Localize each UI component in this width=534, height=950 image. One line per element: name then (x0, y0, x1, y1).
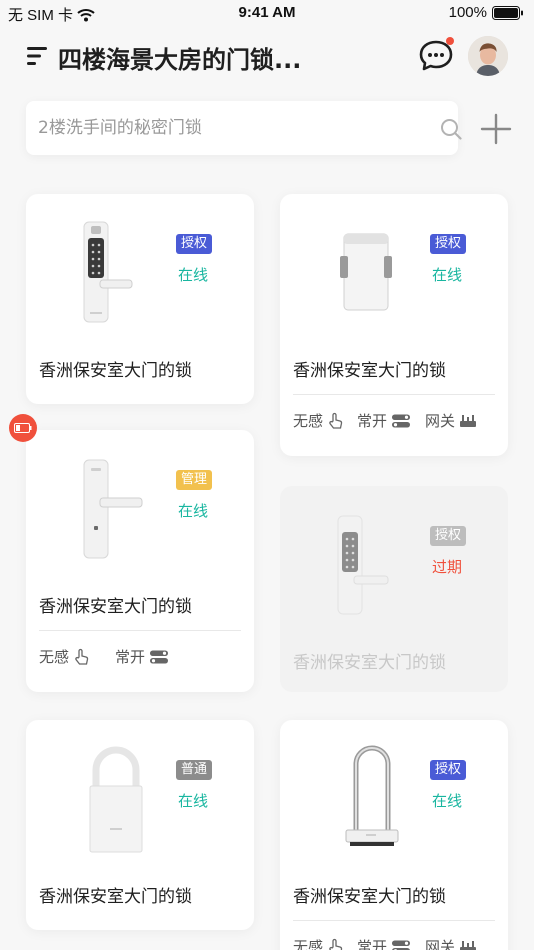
role-badge: 授权 (176, 234, 213, 254)
feature-always-open: 常开 (357, 410, 411, 431)
user-photo-icon (468, 36, 508, 76)
add-lock-button[interactable] (478, 111, 514, 147)
search-box[interactable] (26, 101, 462, 155)
feature-sensorless: 无感 (293, 410, 343, 431)
touch-icon (329, 412, 343, 429)
search-icon[interactable] (440, 118, 462, 140)
feature-list: 无感 常开 网关 (293, 936, 477, 950)
online-status: 在线 (178, 266, 209, 284)
lock-name: 香洲保安室大门的锁 (293, 653, 446, 673)
lock-name: 香洲保安室大门的锁 (293, 887, 446, 907)
online-status: 在线 (432, 266, 463, 284)
low-battery-icon (14, 423, 32, 433)
feature-label: 常开 (115, 648, 146, 666)
feature-always-open: 常开 (357, 936, 411, 950)
feature-label: 无感 (293, 412, 324, 430)
feature-gateway: 网关 (425, 936, 477, 950)
divider (293, 394, 495, 395)
online-status: 在线 (432, 792, 463, 810)
touch-icon (329, 938, 343, 950)
divider (293, 920, 495, 921)
role-badge: 授权 (430, 526, 467, 546)
lock-card-expired[interactable]: 授权 过期 香洲保安室大门的锁 (280, 486, 508, 692)
feature-label: 无感 (39, 648, 70, 666)
feature-gateway: 网关 (425, 410, 477, 431)
padlock-icon (89, 746, 143, 853)
battery-status: 100% (449, 4, 524, 21)
lock-name: 香洲保安室大门的锁 (293, 361, 446, 381)
keypad-door-lock-icon (83, 221, 133, 323)
feature-label: 常开 (357, 412, 388, 430)
feature-sensorless: 无感 (293, 936, 343, 950)
feature-sensorless: 无感 (39, 646, 89, 667)
low-battery-indicator (9, 414, 37, 442)
feature-list: 无感 常开 网关 (293, 410, 477, 431)
lock-card[interactable]: 授权 在线 香洲保安室大门的锁 (26, 194, 254, 404)
role-badge: 授权 (430, 760, 467, 780)
battery-percent: 100% (448, 4, 487, 21)
lock-card[interactable]: 授权 在线 香洲保安室大门的锁 无感 常开 网关 (280, 720, 508, 950)
gateway-icon (460, 940, 477, 950)
divider (39, 630, 241, 631)
lock-card[interactable]: 管理 在线 香洲保安室大门的锁 无感 常开 (9, 414, 254, 692)
lock-card[interactable]: 普通 在线 香洲保安室大门的锁 (26, 720, 254, 930)
feature-label: 网关 (425, 938, 456, 950)
online-status: 在线 (178, 502, 209, 520)
expired-status: 过期 (432, 558, 463, 576)
gateway-icon (460, 414, 477, 427)
status-bar: 无 SIM 卡 9:41 AM 100% (0, 0, 534, 28)
online-status: 在线 (178, 792, 209, 810)
lock-card[interactable]: 授权 在线 香洲保安室大门的锁 无感 常开 网关 (280, 194, 508, 456)
feature-label: 无感 (293, 938, 324, 950)
touch-icon (75, 648, 89, 665)
message-icon[interactable] (418, 36, 456, 74)
role-badge: 普通 (176, 760, 213, 780)
u-lock-icon (345, 745, 399, 846)
glass-door-lock-icon (340, 233, 392, 311)
menu-icon[interactable] (26, 44, 50, 68)
page-title[interactable]: 四楼海景大房的门锁... (58, 40, 301, 75)
feature-always-open: 常开 (115, 646, 169, 667)
role-badge: 管理 (176, 470, 213, 490)
toggle-icon (392, 414, 411, 427)
header: 四楼海景大房的门锁... (0, 28, 534, 88)
feature-label: 常开 (357, 938, 388, 950)
keypad-door-lock-icon (337, 515, 389, 615)
role-badge: 授权 (430, 234, 467, 254)
toggle-icon (150, 650, 169, 663)
feature-list: 无感 常开 (39, 646, 169, 667)
lock-name: 香洲保安室大门的锁 (39, 361, 192, 381)
search-input[interactable] (38, 101, 408, 155)
plain-door-lock-icon (83, 459, 143, 559)
battery-icon (492, 5, 523, 20)
lock-name: 香洲保安室大门的锁 (39, 597, 192, 617)
toggle-icon (392, 940, 411, 950)
feature-label: 网关 (425, 412, 456, 430)
lock-name: 香洲保安室大门的锁 (39, 887, 192, 907)
avatar[interactable] (468, 36, 508, 76)
